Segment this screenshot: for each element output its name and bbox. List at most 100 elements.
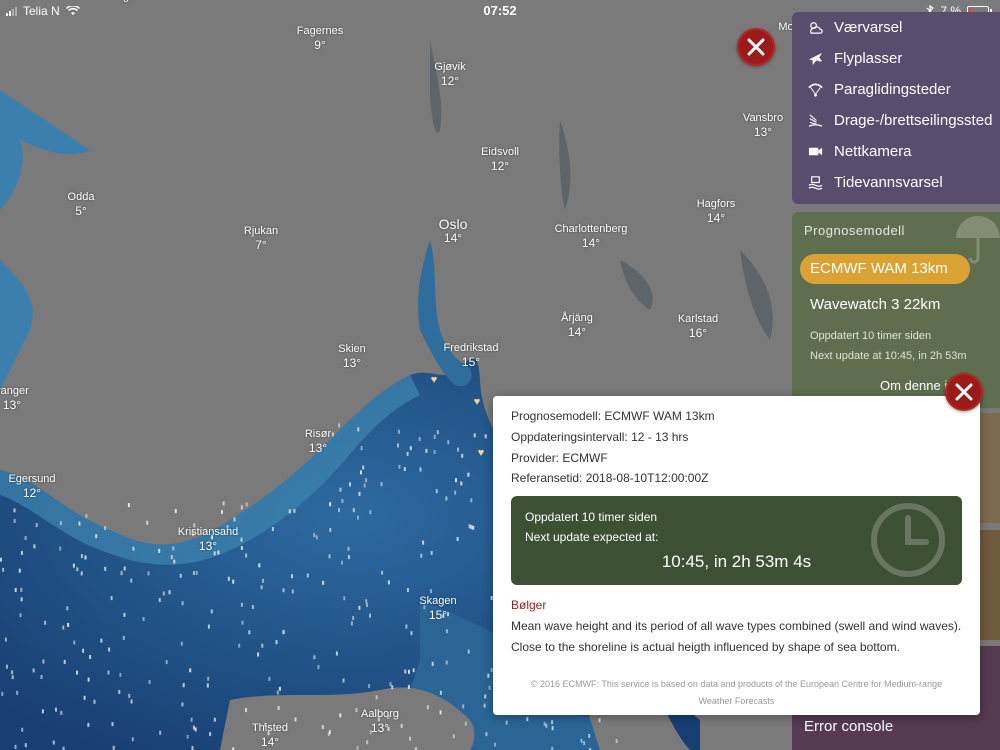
wave-particle [462,704,465,709]
wave-particle [341,560,343,565]
wave-particle [210,609,213,614]
wave-particle [0,557,2,562]
countdown-value: 10:45, in 2h 53m 4s [661,552,812,571]
model-option-wavewatch[interactable]: Wavewatch 3 22km [810,296,940,313]
wave-particle [147,571,150,576]
wave-particle [78,521,81,526]
wave-particle [317,665,320,669]
city-label: Charlottenberg 14° [554,223,628,250]
menu-item-webcam[interactable]: Nettkamera [792,136,1000,166]
wave-particle [44,620,47,625]
wave-particle [355,708,358,713]
wave-particle [194,727,197,732]
wave-particle [439,710,442,715]
wave-particle [526,717,529,722]
wave-particle [222,501,225,506]
wave-particle [84,555,87,560]
wave-particle [412,668,415,673]
wave-particle [456,537,459,541]
wave-particle [433,434,436,439]
wave-particle [172,546,175,551]
wave-particle [505,720,508,725]
wave-particle [439,690,442,695]
wave-particle [406,588,409,592]
tide-icon [804,174,826,191]
city-label: Skagen 15° [419,595,457,622]
wave-particle [11,670,14,675]
wave-particle [485,732,488,737]
menu-item-tide[interactable]: Tidevannsvarsel [792,167,1000,197]
menu-item-kite[interactable]: Drage-/brettseilingssted [792,105,1000,135]
layer-menu: Værvarsel Flyplasser Paraglidingsteder D… [792,12,1000,204]
wave-particle [14,744,17,749]
wave-particle [329,502,332,507]
close-menu-button[interactable] [737,28,775,66]
about-model-link[interactable]: Om denne in [880,378,954,393]
wave-particle [162,591,165,596]
city-label: Odda 5° [67,191,95,218]
wave-particle [168,590,171,595]
wave-particle [404,669,407,674]
layer-description: Close to the shoreline is actual heigth … [511,640,900,654]
model-option-active[interactable]: ECMWF WAM 13km [800,254,970,284]
wave-particle [282,588,285,593]
wave-particle [131,737,134,742]
wave-particle [410,631,413,636]
wave-particle [588,733,591,738]
update-countdown-box: Oppdatert 10 timer siden Next update exp… [511,496,962,585]
wave-particle [484,694,487,699]
wave-particle [111,722,114,727]
wave-particle [368,684,371,689]
layer-title: Bølger [511,598,547,612]
close-popup-button[interactable] [945,373,983,411]
spot-marker-icon[interactable]: ♥ [429,375,439,386]
wave-particle [186,734,189,739]
wave-particle [551,720,554,725]
wave-particle [369,613,371,618]
wave-particle [369,510,372,515]
wave-particle [483,703,486,708]
credit-text: © 2016 ECMWF: This service is based on d… [530,679,943,706]
wave-particle [313,655,316,660]
wave-particle [360,470,362,475]
wave-particle [146,520,149,525]
wave-particle [20,587,23,592]
wave-particle [180,641,183,646]
countdown-updated: Oppdatert 10 timer siden [525,510,658,524]
spot-marker-icon[interactable]: ♥ [476,448,486,459]
spot-marker-icon[interactable]: ♥ [472,397,482,408]
wave-particle [107,670,110,675]
wave-particle [342,678,345,683]
wave-particle [271,527,274,531]
error-console-button[interactable]: Error console [804,718,893,735]
wave-particle [104,566,107,571]
wave-particle [182,683,185,688]
wave-particle [52,740,55,745]
city-label: vanger13° [0,385,29,412]
wave-particle [468,524,471,529]
wave-particle [352,616,355,621]
wave-particle [405,624,408,629]
wave-particle [55,707,57,712]
wave-particle [407,684,410,689]
wave-particle [282,630,285,635]
wave-particle [445,660,448,665]
wave-particle [358,605,361,610]
wave-particle [173,559,176,564]
wave-particle [362,465,365,470]
wave-particle [24,536,27,541]
kite-icon [804,112,826,129]
wave-particle [245,708,247,713]
wave-particle [615,739,618,743]
menu-item-paragliding[interactable]: Paraglidingsteder [792,74,1000,104]
wave-particle [420,553,423,558]
wave-particle [20,597,23,602]
wave-particle [380,482,383,487]
wave-particle [313,533,316,538]
wave-particle [419,467,422,472]
menu-item-weather[interactable]: Værvarsel [792,12,1000,42]
menu-item-airports[interactable]: Flyplasser [792,43,1000,73]
wave-particle [233,517,236,522]
wave-particle [258,563,261,568]
wave-particle [403,467,406,471]
